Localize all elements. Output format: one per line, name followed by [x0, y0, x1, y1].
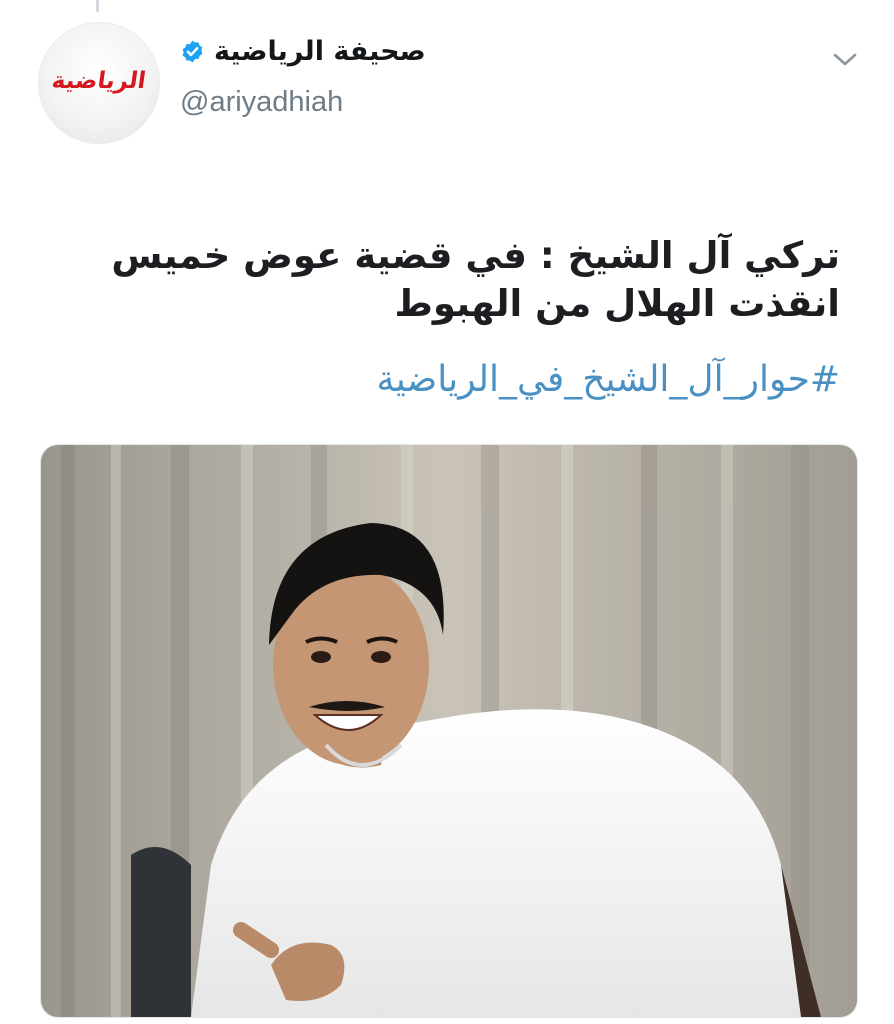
- tweet-text-line: تركي آل الشيخ : في قضية عوض خميس: [111, 234, 840, 277]
- tweet-card: الرياضية صحيفة الرياضية @ariyadhiah تركي…: [0, 0, 894, 1024]
- photo-illustration: [41, 445, 857, 1017]
- user-handle[interactable]: @ariyadhiah: [180, 86, 343, 119]
- thread-connector-line: [96, 0, 99, 12]
- avatar-logo: الرياضية: [50, 68, 148, 94]
- tweet-text: تركي آل الشيخ : في قضية عوض خميس انقذت ا…: [40, 232, 840, 328]
- avatar[interactable]: الرياضية: [38, 22, 160, 144]
- author-row[interactable]: صحيفة الرياضية: [180, 36, 426, 67]
- tweet-text-line: انقذت الهلال من الهبوط: [394, 282, 840, 325]
- tweet-photo[interactable]: [40, 444, 858, 1018]
- display-name: صحيفة الرياضية: [214, 36, 426, 67]
- hashtag-link[interactable]: #حوار_آل_الشيخ_في_الرياضية: [376, 356, 840, 404]
- chevron-down-icon[interactable]: [830, 48, 860, 72]
- verified-badge-icon: [180, 39, 205, 64]
